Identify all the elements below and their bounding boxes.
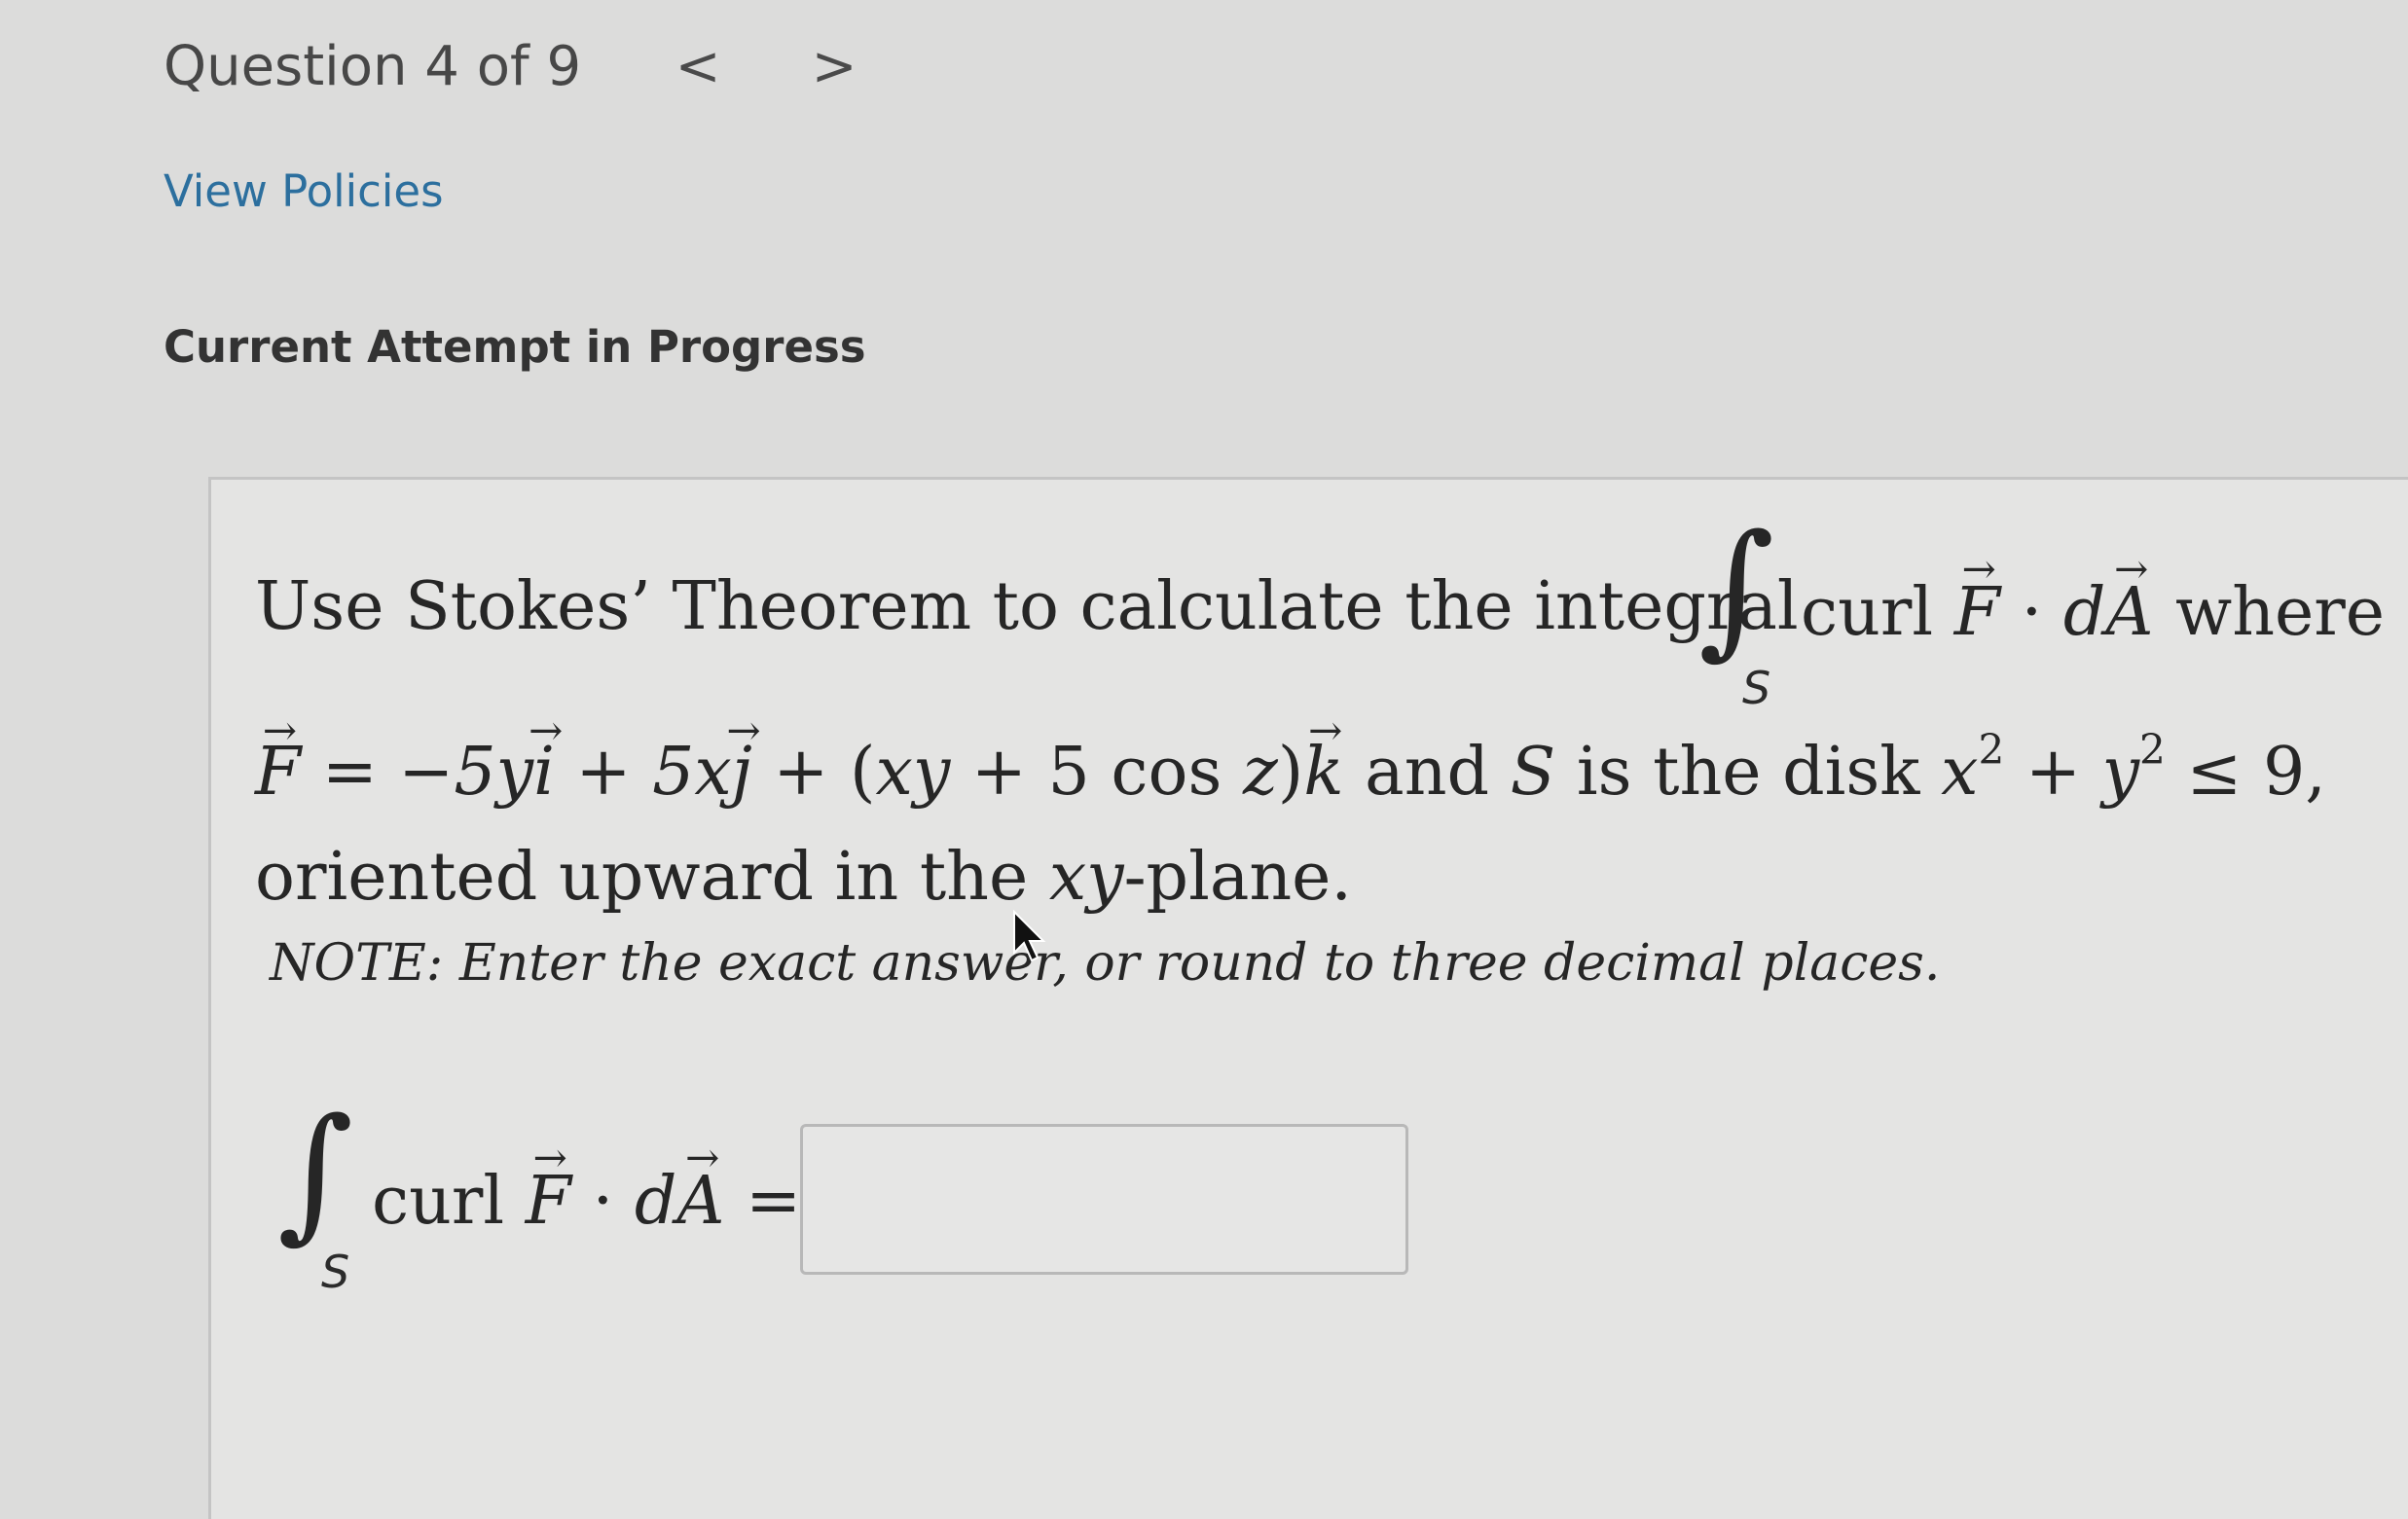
field-term-xy: xy — [875, 734, 951, 811]
field-F: F — [255, 740, 301, 806]
dot-operator: · — [2021, 574, 2043, 651]
question-counter: Question 4 of 9 — [164, 34, 582, 98]
unit-vector-j: j — [732, 740, 752, 806]
unit-vector-i: i — [533, 740, 555, 806]
previous-question-button[interactable]: < — [659, 35, 737, 98]
integral-subscript: S — [1742, 662, 1771, 714]
disk-x: x — [1941, 734, 1979, 811]
orientation-text: oriented upward in the xy-plane. — [255, 845, 1352, 911]
vector-F: F — [1954, 574, 2000, 651]
question-integrand: curl F · dA — [1801, 574, 2153, 651]
plane-xy: xy — [1048, 839, 1124, 916]
field-term-1: −5y — [398, 734, 534, 811]
orientation-part-2: -plane. — [1123, 839, 1353, 916]
leq-sign: ≤ — [2186, 734, 2243, 811]
answer-expression: curl F · dA = — [372, 1163, 801, 1240]
field-term-2: 5x — [652, 734, 732, 811]
vector-field-definition: F = −5yi + 5xj + (xy + 5 cos z)k and S i… — [255, 729, 2326, 806]
answer-dot: · — [592, 1163, 614, 1240]
attempt-status: Current Attempt in Progress — [164, 321, 866, 373]
question-navigation: Question 4 of 9 < > — [164, 27, 873, 105]
answer-input[interactable] — [800, 1124, 1408, 1275]
answer-integral-subscript: S — [321, 1246, 350, 1298]
integral-sign: ∫ — [1698, 504, 1775, 673]
disk-radius: 9, — [2263, 734, 2326, 811]
answer-vector-A: A — [676, 1163, 724, 1240]
unit-vector-k: k — [1303, 740, 1343, 806]
exponent: 2 — [2138, 725, 2166, 774]
curl-operator: curl — [1801, 574, 1934, 651]
field-term-plus5: + 5 — [950, 734, 1090, 811]
disk-y: y — [2101, 734, 2139, 811]
view-policies-link[interactable]: View Policies — [164, 165, 444, 217]
and-word: and — [1365, 734, 1490, 811]
paren-close: ) — [1277, 734, 1304, 811]
exponent: 2 — [1978, 725, 2005, 774]
vector-A: A — [2105, 574, 2153, 651]
answer-vector-F: F — [526, 1163, 571, 1240]
differential-d: d — [2062, 574, 2106, 651]
answer-d: d — [634, 1163, 677, 1240]
plus-sign: + — [575, 734, 632, 811]
note-text: NOTE: Enter the exact answer, or round t… — [270, 934, 1941, 993]
answer-curl: curl — [372, 1163, 505, 1240]
surface-S: S — [1510, 734, 1556, 811]
variable-z: z — [1242, 734, 1278, 811]
where-word: where — [2175, 574, 2385, 651]
cos-function: cos — [1111, 734, 1222, 811]
plus-sign: + — [2025, 734, 2081, 811]
answer-integral-sign: ∫ — [277, 1088, 354, 1257]
paren-open: ( — [850, 734, 876, 811]
next-question-button[interactable]: > — [795, 35, 873, 98]
disk-description: is the disk — [1576, 734, 1920, 811]
plus-sign: + — [773, 734, 829, 811]
equals-sign: = — [321, 734, 378, 811]
answer-equals: = — [746, 1163, 802, 1240]
orientation-part-1: oriented upward in the — [255, 839, 1029, 916]
question-intro: Use Stokes’ Theorem to calculate the int… — [255, 568, 1799, 645]
mouse-cursor-icon — [1013, 910, 1046, 962]
